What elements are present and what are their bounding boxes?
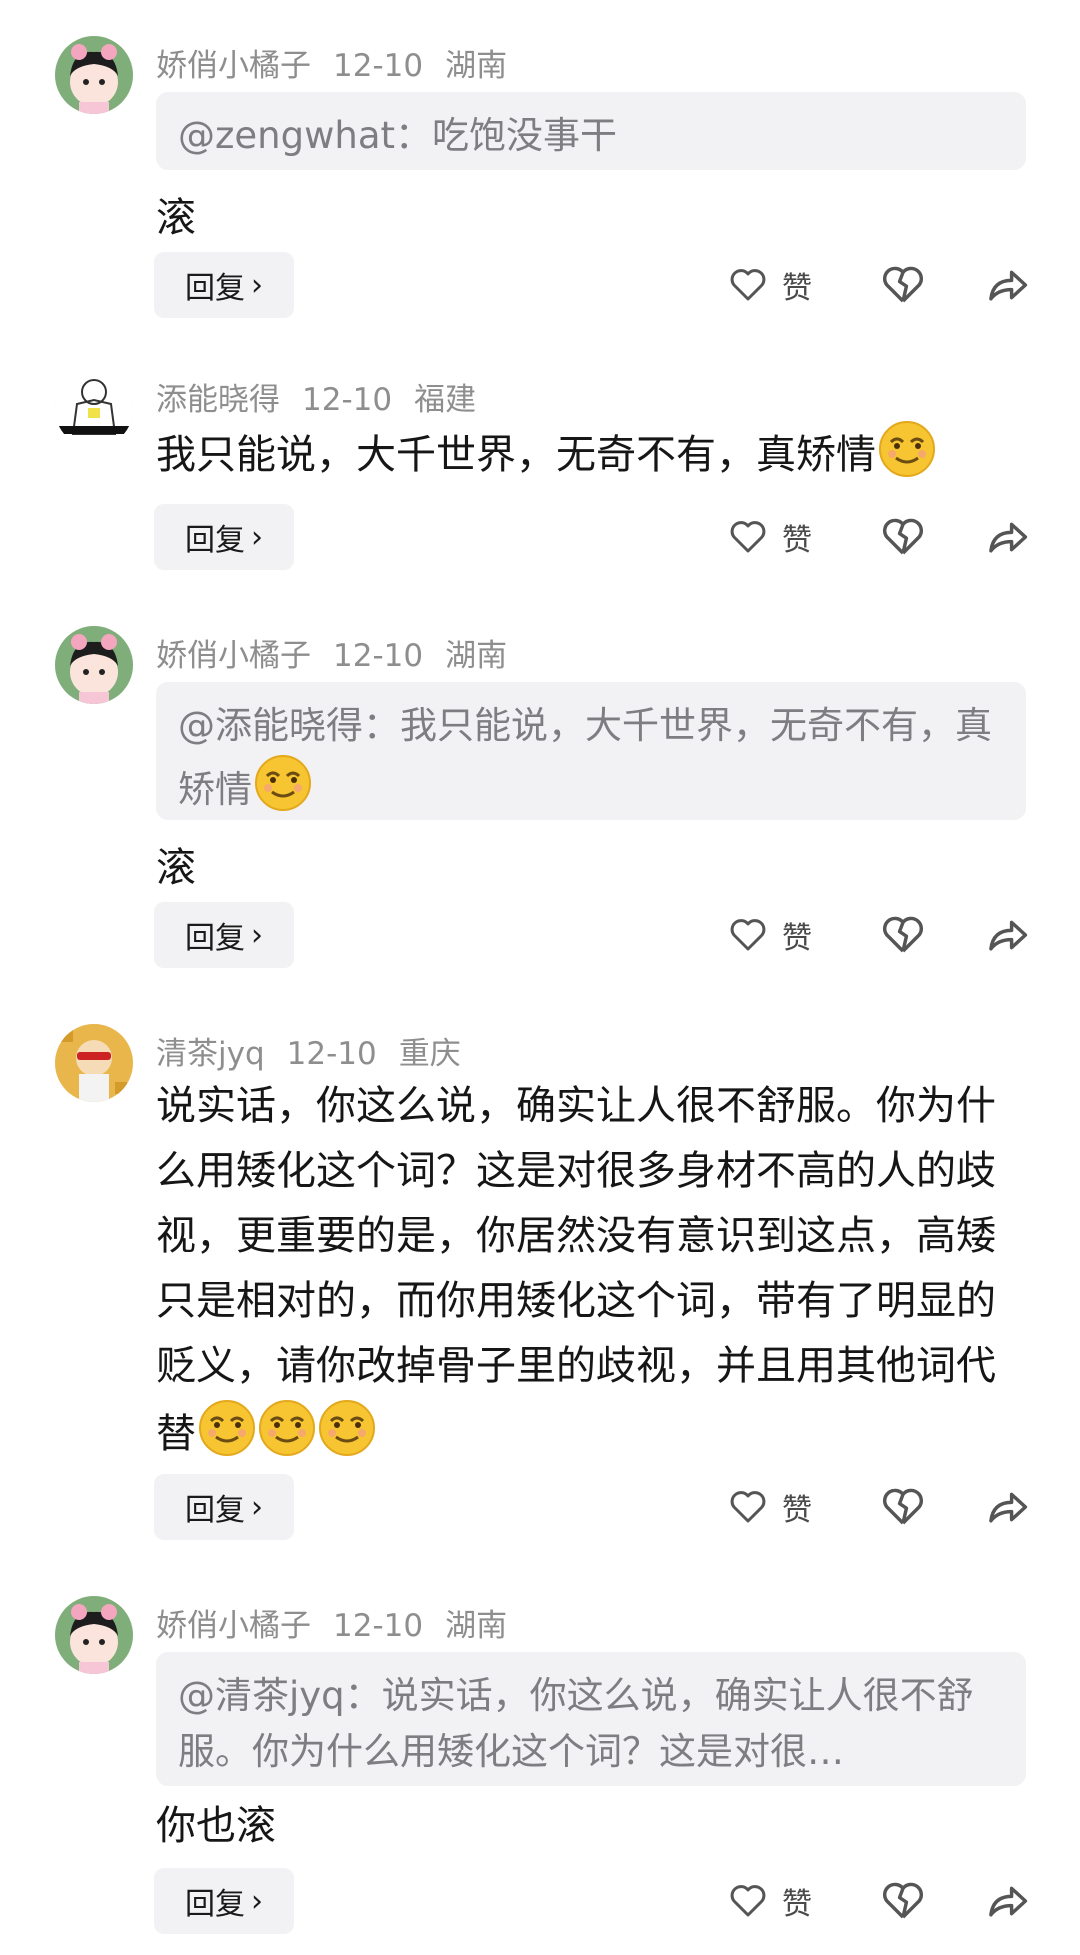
heart-icon bbox=[730, 521, 766, 553]
broken-heart-icon[interactable] bbox=[880, 262, 926, 308]
comment-meta: 娇俏小橘子 12-10 湖南 bbox=[156, 630, 529, 675]
comment-location: 湖南 bbox=[445, 638, 508, 674]
user-avatar[interactable] bbox=[55, 1024, 133, 1102]
broken-heart-icon[interactable] bbox=[880, 912, 926, 958]
share-arrow-icon[interactable] bbox=[984, 262, 1030, 308]
chevron-right-icon: › bbox=[251, 1489, 263, 1525]
comment-date: 12-10 bbox=[286, 1036, 377, 1072]
author-name[interactable]: 清茶jyq bbox=[156, 1036, 265, 1072]
quoted-comment[interactable]: @添能晓得：我只能说，大千世界，无奇不有，真矫情 bbox=[156, 682, 1026, 820]
author-name[interactable]: 添能晓得 bbox=[156, 382, 280, 418]
comment-actions: 回复 › 赞 bbox=[0, 1474, 1080, 1540]
heart-icon bbox=[730, 1885, 766, 1917]
comment-meta: 添能晓得 12-10 福建 bbox=[156, 374, 498, 419]
author-name[interactable]: 娇俏小橘子 bbox=[156, 638, 311, 674]
broken-heart-icon[interactable] bbox=[880, 514, 926, 560]
chevron-right-icon: › bbox=[251, 1883, 263, 1919]
chevron-right-icon: › bbox=[251, 917, 263, 953]
user-avatar[interactable] bbox=[55, 370, 133, 448]
reply-button[interactable]: 回复 › bbox=[154, 252, 294, 318]
reply-label: 回复 bbox=[185, 1493, 245, 1528]
reply-label: 回复 bbox=[185, 921, 245, 956]
reply-label: 回复 bbox=[185, 523, 245, 558]
reply-button[interactable]: 回复 › bbox=[154, 1868, 294, 1934]
smirk-emoji-icon bbox=[199, 1400, 255, 1456]
reply-label: 回复 bbox=[185, 1887, 245, 1922]
heart-icon bbox=[730, 919, 766, 951]
heart-icon bbox=[730, 1491, 766, 1523]
smirk-emoji-icon bbox=[319, 1400, 375, 1456]
smirk-emoji-icon bbox=[255, 755, 311, 811]
broken-heart-icon[interactable] bbox=[880, 1484, 926, 1530]
heart-icon bbox=[730, 269, 766, 301]
quoted-comment[interactable]: @清茶jyq：说实话，你这么说，确实让人很不舒服。你为什么用矮化这个词？这是对很… bbox=[156, 1652, 1026, 1786]
user-avatar[interactable] bbox=[55, 626, 133, 704]
like-button[interactable]: 赞 bbox=[728, 514, 812, 560]
quoted-comment[interactable]: @zengwhat：吃饱没事干 bbox=[156, 92, 1026, 170]
comment-actions: 回复 › 赞 bbox=[0, 252, 1080, 318]
comment-text: 滚 bbox=[156, 845, 196, 891]
comment-date: 12-10 bbox=[333, 48, 424, 84]
comment-actions: 回复 › 赞 bbox=[0, 902, 1080, 968]
share-arrow-icon[interactable] bbox=[984, 514, 1030, 560]
author-name[interactable]: 娇俏小橘子 bbox=[156, 1608, 311, 1644]
comment-text: 说实话，你这么说，确实让人很不舒服。你为什么用矮化这个词？这是对很多身材不高的人… bbox=[156, 1074, 1026, 1467]
comment-date: 12-10 bbox=[302, 382, 393, 418]
broken-heart-icon[interactable] bbox=[880, 1878, 926, 1924]
comment-text: 滚 bbox=[156, 195, 196, 241]
like-label: 赞 bbox=[782, 523, 812, 558]
reply-button[interactable]: 回复 › bbox=[154, 1474, 294, 1540]
comment-feed: 娇俏小橘子 12-10 湖南 @zengwhat：吃饱没事干 滚 回复 › 赞 添能晓… bbox=[0, 0, 1080, 1955]
share-arrow-icon[interactable] bbox=[984, 1484, 1030, 1530]
like-button[interactable]: 赞 bbox=[728, 262, 812, 308]
comment-meta: 清茶jyq 12-10 重庆 bbox=[156, 1028, 483, 1073]
reply-button[interactable]: 回复 › bbox=[154, 902, 294, 968]
quoted-text: @zengwhat：吃饱没事干 bbox=[178, 114, 618, 157]
author-name[interactable]: 娇俏小橘子 bbox=[156, 48, 311, 84]
quoted-text: @清茶jyq：说实话，你这么说，确实让人很不舒服。你为什么用矮化这个词？这是对很… bbox=[178, 1674, 974, 1773]
comment-location: 湖南 bbox=[445, 48, 508, 84]
share-arrow-icon[interactable] bbox=[984, 912, 1030, 958]
like-button[interactable]: 赞 bbox=[728, 912, 812, 958]
comment-location: 湖南 bbox=[445, 1608, 508, 1644]
like-button[interactable]: 赞 bbox=[728, 1484, 812, 1530]
chevron-right-icon: › bbox=[251, 267, 263, 303]
smirk-emoji-icon bbox=[259, 1400, 315, 1456]
share-arrow-icon[interactable] bbox=[984, 1878, 1030, 1924]
chevron-right-icon: › bbox=[251, 519, 263, 555]
comment-text: 我只能说，大千世界，无奇不有，真矫情 bbox=[156, 420, 1026, 488]
like-label: 赞 bbox=[782, 921, 812, 956]
comment-text: 你也滚 bbox=[156, 1803, 276, 1849]
comment-date: 12-10 bbox=[333, 638, 424, 674]
like-label: 赞 bbox=[782, 1887, 812, 1922]
comment-actions: 回复 › 赞 bbox=[0, 504, 1080, 570]
comment-text-content: 我只能说，大千世界，无奇不有，真矫情 bbox=[156, 432, 876, 478]
comment-date: 12-10 bbox=[333, 1608, 424, 1644]
like-button[interactable]: 赞 bbox=[728, 1878, 812, 1924]
like-label: 赞 bbox=[782, 271, 812, 306]
comment-location: 重庆 bbox=[398, 1036, 461, 1072]
user-avatar[interactable] bbox=[55, 1596, 133, 1674]
smirk-emoji-icon bbox=[879, 421, 935, 477]
like-label: 赞 bbox=[782, 1493, 812, 1528]
reply-button[interactable]: 回复 › bbox=[154, 504, 294, 570]
comment-meta: 娇俏小橘子 12-10 湖南 bbox=[156, 1600, 529, 1645]
comment-location: 福建 bbox=[414, 382, 477, 418]
comment-meta: 娇俏小橘子 12-10 湖南 bbox=[156, 40, 529, 85]
comment-actions: 回复 › 赞 bbox=[0, 1868, 1080, 1934]
reply-label: 回复 bbox=[185, 271, 245, 306]
user-avatar[interactable] bbox=[55, 36, 133, 114]
